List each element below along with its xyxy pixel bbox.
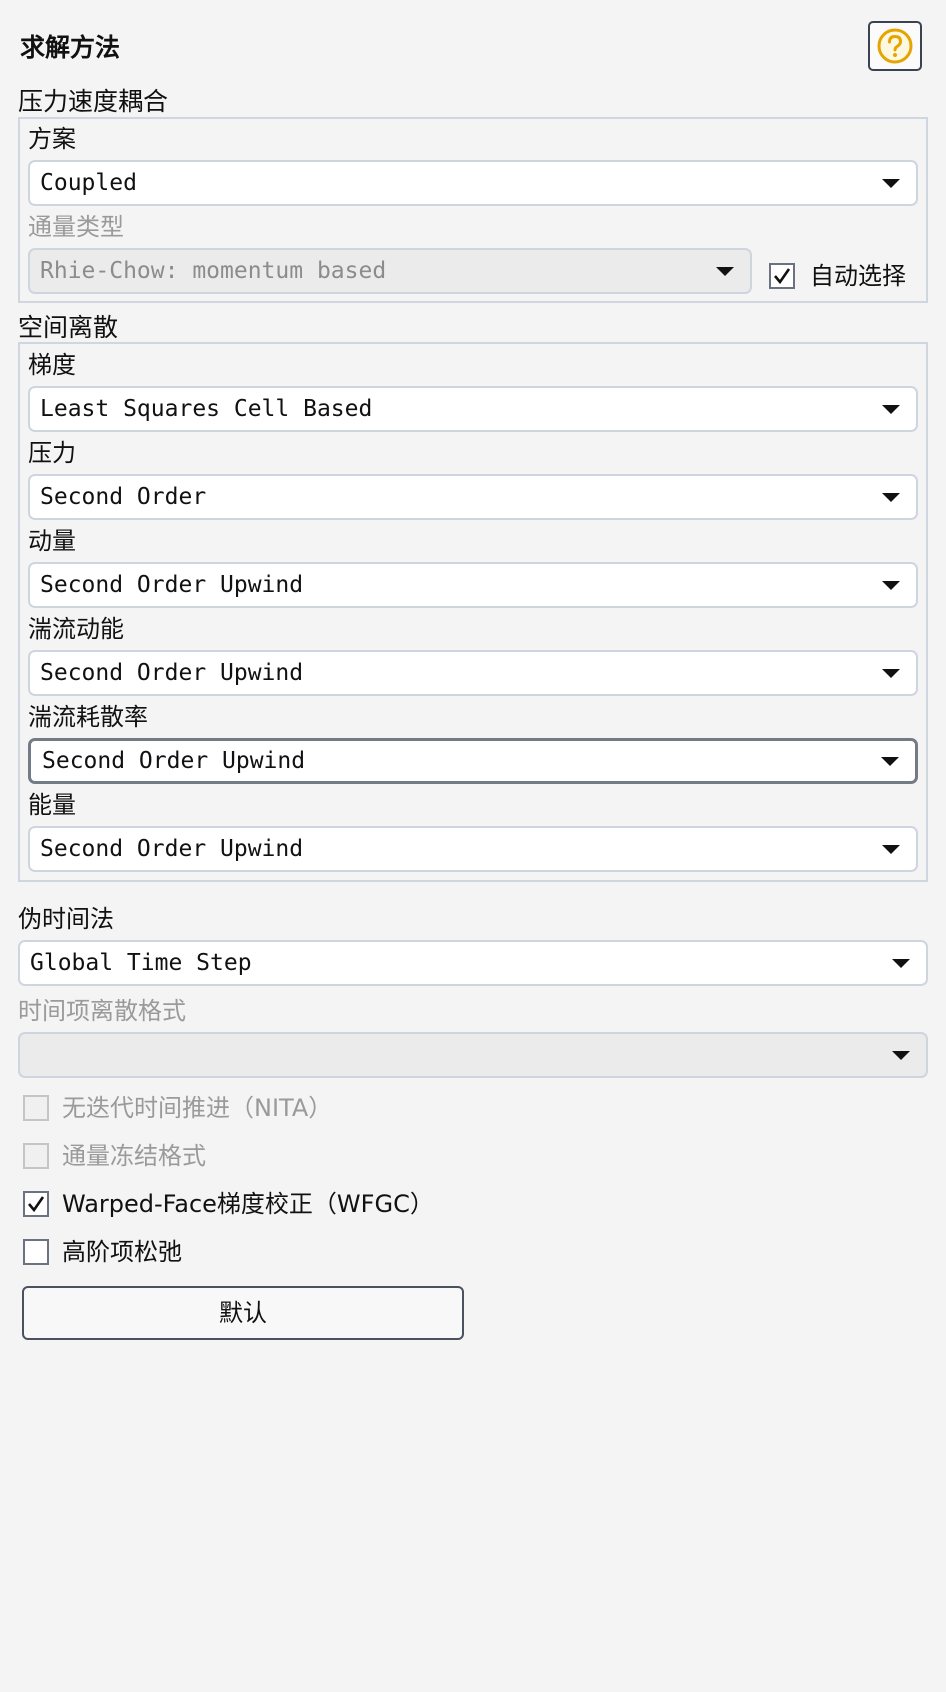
scheme-value: Coupled [40,170,137,196]
chevron-down-icon [882,179,900,188]
pressure-select[interactable]: Second Order [28,474,918,520]
dissipation-rate-select[interactable]: Second Order Upwind [28,738,918,784]
dissipation-rate-value: Second Order Upwind [42,748,306,774]
frozen-flux-checkbox[interactable] [23,1143,49,1169]
flux-type-value: Rhie-Chow: momentum based [40,258,387,284]
pressure-value: Second Order [40,484,207,510]
dissipation-rate-label: 湍流耗散率 [28,703,148,731]
high-order-relaxation-label: 高阶项松弛 [62,1238,182,1266]
checkmark-icon [774,268,791,285]
panel-title: 求解方法 [20,33,121,62]
flux-type-label: 通量类型 [28,213,124,241]
frozen-flux-label: 通量冻结格式 [62,1142,206,1170]
chevron-down-icon [716,267,734,276]
chevron-down-icon [882,581,900,590]
pseudo-time-select[interactable]: Global Time Step [18,940,928,986]
momentum-value: Second Order Upwind [40,572,304,598]
wfgc-label: Warped-Face梯度校正（WFGC） [62,1190,434,1218]
transient-formulation-label: 时间项离散格式 [18,997,186,1025]
energy-value: Second Order Upwind [40,836,304,862]
momentum-select[interactable]: Second Order Upwind [28,562,918,608]
pseudo-time-label: 伪时间法 [18,905,114,933]
turbulent-kinetic-energy-label: 湍流动能 [28,615,124,643]
chevron-down-icon [882,405,900,414]
pressure-label: 压力 [28,439,76,467]
turbulent-kinetic-energy-select[interactable]: Second Order Upwind [28,650,918,696]
chevron-down-icon [892,1051,910,1060]
default-button[interactable]: 默认 [22,1286,464,1340]
scheme-select[interactable]: Coupled [28,160,918,206]
turbulent-kinetic-energy-value: Second Order Upwind [40,660,304,686]
nita-checkbox[interactable] [23,1095,49,1121]
chevron-down-icon [892,959,910,968]
nita-label: 无迭代时间推进（NITA） [62,1094,333,1122]
chevron-down-icon [882,845,900,854]
question-mark-circle-icon [877,28,913,64]
section-title-pressure-velocity: 压力速度耦合 [18,87,169,116]
chevron-down-icon [882,493,900,502]
chevron-down-icon [881,757,899,766]
section-title-spatial: 空间离散 [18,313,119,342]
momentum-label: 动量 [28,527,76,555]
gradient-label: 梯度 [28,351,76,379]
wfgc-checkbox[interactable] [23,1191,49,1217]
flux-type-select[interactable]: Rhie-Chow: momentum based [28,248,752,294]
checkmark-icon [28,1196,45,1213]
high-order-relaxation-checkbox[interactable] [23,1239,49,1265]
energy-select[interactable]: Second Order Upwind [28,826,918,872]
auto-select-checkbox[interactable] [769,263,795,289]
transient-formulation-select[interactable] [18,1032,928,1078]
auto-select-label: 自动选择 [810,262,906,290]
scheme-label: 方案 [28,125,76,153]
gradient-value: Least Squares Cell Based [40,396,373,422]
gradient-select[interactable]: Least Squares Cell Based [28,386,918,432]
energy-label: 能量 [28,791,76,819]
pseudo-time-value: Global Time Step [30,950,252,976]
chevron-down-icon [882,669,900,678]
help-button[interactable] [868,21,922,71]
